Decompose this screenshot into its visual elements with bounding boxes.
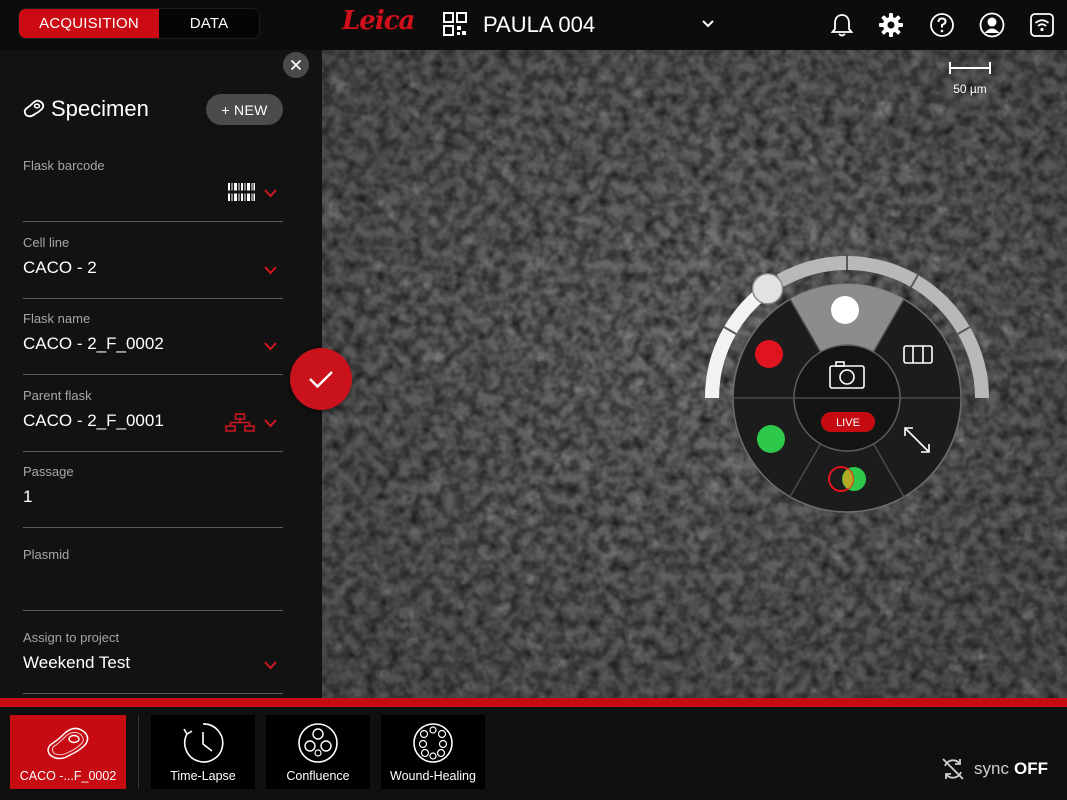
microscope-live-view[interactable]: 50 µm LIVE — [322, 50, 1067, 698]
field-value[interactable]: CACO - 2_F_0001 — [23, 411, 164, 431]
chevron-down-icon[interactable] — [700, 16, 716, 32]
check-icon — [309, 371, 333, 389]
field-label: Flask barcode — [23, 158, 105, 173]
field-label: Flask name — [23, 311, 91, 326]
bell-icon[interactable] — [829, 12, 855, 38]
chevron-down-icon[interactable] — [263, 265, 278, 275]
field-label: Cell line — [23, 235, 70, 250]
tile-label: Time-Lapse — [170, 769, 236, 783]
field-value[interactable]: 1 — [23, 487, 32, 507]
cell-line-field[interactable]: Cell line CACO - 2 — [23, 227, 283, 299]
brightfield-channel-dot[interactable] — [831, 296, 859, 324]
time-lapse-tile[interactable]: Time-Lapse — [151, 715, 255, 789]
flask-name-field[interactable]: Flask name CACO - 2_F_0002 — [23, 303, 283, 375]
scale-bar-label: 50 µm — [953, 82, 987, 96]
field-label: Assign to project — [23, 630, 120, 645]
wound-healing-tile[interactable]: Wound-Healing — [381, 715, 485, 789]
user-icon[interactable] — [979, 12, 1005, 38]
sync-state: OFF — [1013, 759, 1048, 778]
experiment-bar: CACO -...F_0002 Time-Lapse Confluence Wo… — [0, 707, 1067, 800]
barcode-icon[interactable] — [228, 183, 255, 201]
plasmid-field[interactable]: Plasmid — [23, 539, 283, 611]
tile-label: Wound-Healing — [390, 769, 476, 783]
lineage-tree-icon[interactable] — [225, 413, 255, 433]
field-value[interactable]: CACO - 2 — [23, 258, 97, 278]
new-specimen-button[interactable]: + NEW — [206, 94, 283, 125]
field-label: Passage — [23, 464, 74, 479]
sync-label: sync — [974, 759, 1009, 778]
passage-field[interactable]: Passage 1 — [23, 456, 283, 528]
sync-toggle[interactable]: sync OFF — [940, 757, 1048, 781]
close-icon — [290, 59, 302, 71]
wound-healing-icon — [413, 723, 453, 763]
specimen-title: Specimen — [51, 96, 149, 121]
confirm-specimen-button[interactable] — [290, 348, 352, 410]
grid-icon[interactable] — [443, 12, 467, 36]
imaging-control-dial: LIVE — [705, 256, 989, 513]
bottom-accent-line — [0, 698, 1067, 707]
gear-icon[interactable] — [878, 12, 904, 38]
chevron-down-icon[interactable] — [263, 341, 278, 351]
specimen-icon — [47, 727, 89, 760]
field-label: Plasmid — [23, 547, 70, 562]
wifi-icon[interactable] — [1029, 12, 1055, 38]
green-channel-dot[interactable] — [757, 425, 785, 453]
field-value[interactable]: CACO - 2_F_0002 — [23, 334, 164, 354]
tile-label: CACO -...F_0002 — [19, 769, 117, 783]
tile-separator — [138, 715, 139, 789]
chevron-down-icon[interactable] — [263, 418, 278, 428]
help-icon[interactable] — [929, 12, 955, 38]
close-panel-button[interactable] — [283, 52, 309, 78]
mode-switch: ACQUISITION DATA — [18, 8, 260, 39]
assign-project-field[interactable]: Assign to project Weekend Test — [23, 622, 283, 694]
field-value[interactable]: Weekend Test — [23, 653, 130, 673]
specimen-icon — [23, 99, 45, 118]
tab-data[interactable]: DATA — [159, 9, 259, 38]
tile-label: Confluence — [286, 769, 350, 783]
field-label: Parent flask — [23, 388, 92, 403]
top-bar: ACQUISITION DATA Leica PAULA 004 — [0, 0, 1067, 50]
intensity-slider-knob[interactable] — [751, 273, 784, 305]
time-lapse-icon — [183, 723, 224, 763]
confluence-icon — [298, 723, 338, 763]
device-title[interactable]: PAULA 004 — [483, 12, 595, 38]
parent-flask-field[interactable]: Parent flask CACO - 2_F_0001 — [23, 380, 283, 452]
confluence-tile[interactable]: Confluence — [266, 715, 370, 789]
tab-acquisition[interactable]: ACQUISITION — [19, 9, 159, 38]
chevron-down-icon[interactable] — [263, 660, 278, 670]
live-label: LIVE — [836, 417, 860, 429]
scale-bar — [949, 62, 991, 74]
red-channel-dot[interactable] — [755, 340, 783, 368]
leica-logo: Leica — [342, 6, 415, 36]
chevron-down-icon[interactable] — [263, 188, 278, 198]
specimen-flask-tile[interactable]: CACO -...F_0002 — [10, 715, 126, 789]
sync-off-icon — [942, 758, 964, 780]
flask-barcode-field[interactable]: Flask barcode — [23, 150, 283, 222]
